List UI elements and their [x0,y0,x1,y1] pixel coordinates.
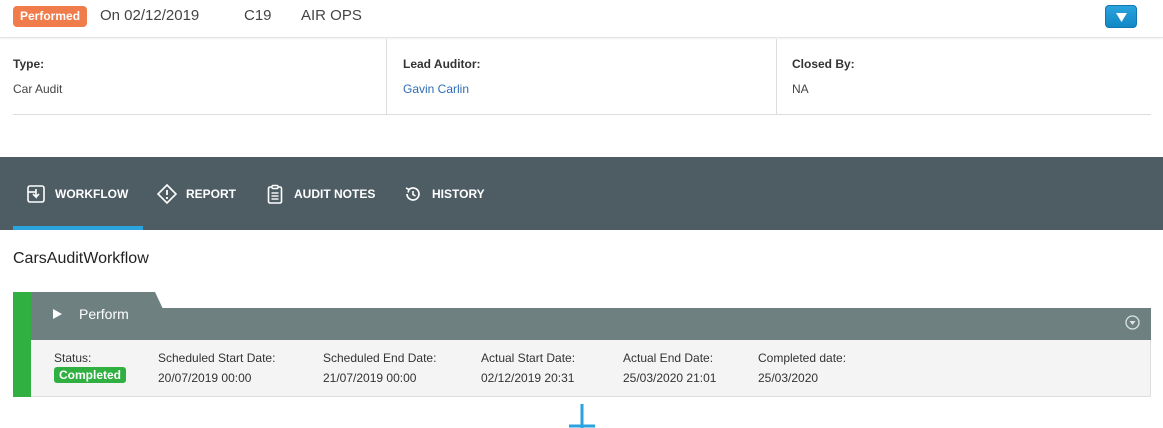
divider [13,114,1151,115]
play-triangle-icon [53,309,62,319]
tab-report-label: REPORT [186,186,237,201]
scheduled-end-label: Scheduled End Date: [323,351,437,365]
workflow-title: CarsAuditWorkflow [13,250,149,267]
audit-department: AIR OPS [301,7,362,24]
tab-history[interactable]: HISTORY [403,157,485,230]
actual-start-label: Actual Start Date: [481,351,576,365]
info-type: Type: Car Audit [0,39,387,115]
lead-auditor-label: Lead Auditor: [403,57,481,71]
status-label: Status: [54,351,92,365]
completed-date-field: Completed date: 25/03/2020 [758,351,846,385]
stage-name: Perform [79,306,129,322]
audit-info-row: Type: Car Audit Lead Auditor: Gavin Carl… [0,39,1163,115]
type-value: Car Audit [13,82,63,96]
actual-end-value: 25/03/2020 21:01 [623,371,717,385]
type-label: Type: [13,57,45,71]
scheduled-end-field: Scheduled End Date: 21/07/2019 00:00 [323,351,436,385]
lead-auditor-link[interactable]: Gavin Carlin [403,82,469,96]
tab-audit-notes-label: AUDIT NOTES [294,186,376,201]
clipboard-icon [267,184,283,204]
collapse-circle-icon[interactable] [1125,315,1140,330]
workflow-stage-card: Perform Status: Completed Scheduled Star… [13,292,1151,397]
completed-date-label: Completed date: [758,351,847,365]
stage-toggle[interactable]: Perform [53,306,129,322]
info-closed-by: Closed By: NA [777,39,1163,115]
stage-header [31,308,1151,340]
closed-by-value: NA [792,82,809,96]
scheduled-start-value: 20/07/2019 00:00 [158,371,252,385]
tab-bar: WORKFLOW REPORT AUDIT NOTES HISTORY [0,157,1163,230]
audit-code: C19 [244,7,272,24]
scheduled-start-label: Scheduled Start Date: [158,351,276,365]
stage-details: Status: Completed Scheduled Start Date: … [31,340,1151,397]
closed-by-label: Closed By: [792,57,855,71]
diamond-icon [157,183,177,204]
scheduled-start-field: Scheduled Start Date: 20/07/2019 00:00 [158,351,275,385]
page-header: Performed On 02/12/2019 C19 AIR OPS [0,0,1163,38]
tab-audit-notes[interactable]: AUDIT NOTES [265,157,375,230]
workflow-icon [27,184,45,203]
caret-down-icon [1116,13,1127,22]
history-icon [405,186,420,201]
expand-dropdown-button[interactable] [1105,5,1137,28]
workflow-connector-arrow-icon [569,404,595,428]
status-completed-badge: Completed [54,367,127,383]
tab-workflow-label: WORKFLOW [55,186,129,201]
scheduled-end-value: 21/07/2019 00:00 [323,371,417,385]
stage-status-bar [13,292,31,397]
status-badge: Performed [13,6,88,27]
actual-end-label: Actual End Date: [623,351,714,365]
status-field: Status: Completed [54,351,127,383]
tab-workflow[interactable]: WORKFLOW [26,157,128,230]
info-lead-auditor: Lead Auditor: Gavin Carlin [387,39,777,115]
active-tab-indicator [13,226,143,230]
actual-end-field: Actual End Date: 25/03/2020 21:01 [623,351,716,385]
tab-report[interactable]: REPORT [157,157,236,230]
tab-history-label: HISTORY [432,186,485,201]
audit-date: On 02/12/2019 [100,7,200,24]
actual-start-value: 02/12/2019 20:31 [481,371,575,385]
actual-start-field: Actual Start Date: 02/12/2019 20:31 [481,351,575,385]
completed-date-value: 25/03/2020 [758,371,819,385]
